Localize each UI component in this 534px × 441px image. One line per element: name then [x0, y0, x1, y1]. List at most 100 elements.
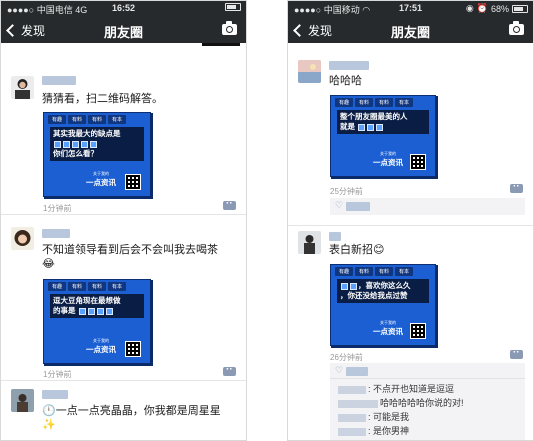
comment-text: 哈哈哈哈哈你说的对! [380, 398, 464, 408]
laugh-emoji-icon: 😂 [42, 258, 55, 270]
commenter-name-blurred [338, 399, 378, 408]
card-tab: 有料 [88, 115, 107, 124]
comment-text: 是你男神 [373, 426, 410, 436]
post-text: 猜猜看，扫二维码解答。 [42, 93, 163, 105]
nickname-blurred[interactable] [329, 232, 341, 241]
avatar[interactable] [298, 60, 321, 83]
commenter-name-blurred [338, 385, 366, 394]
card-brand-name: 一点资讯 [86, 345, 116, 354]
blush-emoji-icon: 😊 [373, 244, 385, 256]
card-tab: 有料 [355, 267, 374, 276]
post-text: 表白新招 [329, 244, 373, 256]
comment-text: 不点开也知道是逗逗 [373, 384, 455, 394]
card-tab: 有趣 [335, 98, 354, 107]
share-card[interactable]: 有趣 有料 有料 有本 整个朋友圈最美的人 就是 关于我的 一点资讯 [330, 95, 438, 179]
more-comment-icon[interactable] [223, 364, 236, 376]
card-question-line2: 就是 [340, 122, 355, 131]
card-question: 整个朋友圈最美的人 就是 [337, 110, 429, 134]
comment-item[interactable]: : 不点开也知道是逗逗 [338, 382, 519, 395]
nickname-blurred[interactable] [42, 229, 70, 238]
nickname-blurred[interactable] [42, 76, 76, 85]
back-button[interactable]: 发现 [6, 22, 45, 39]
location-icon: ◉ [465, 3, 474, 13]
comment-item[interactable]: : 是你男神 [338, 424, 519, 437]
nickname-blurred[interactable] [42, 390, 68, 399]
card-question: ，喜欢你这么久 ，你还没给我点过赞 [337, 279, 429, 303]
phone-screenshot-right: ●●●●○ 中国移动 ◠ 17:51 ◉ ⏰ 68% 发现 朋友圈 哈哈哈 有趣… [287, 0, 534, 441]
card-brand: 关于我的 一点资讯 [86, 171, 116, 188]
card-brand-name: 一点资讯 [86, 178, 116, 187]
avatar[interactable] [11, 389, 34, 412]
moments-feed: 猜猜看，扫二维码解答。 有趣 有料 有料 有本 其实我最大的缺点是 你们怎么看？… [1, 43, 246, 440]
card-tab: 有料 [68, 282, 87, 291]
more-comment-icon[interactable] [223, 198, 236, 210]
back-button[interactable]: 发现 [293, 22, 333, 39]
status-bar: ●●●●○ 中国移动 ◠ 17:51 ◉ ⏰ 68% [288, 1, 533, 17]
sparkle-emoji-icon: ✨ [42, 419, 56, 431]
liker-name-blurred[interactable] [346, 367, 368, 376]
card-brand-small: 关于我的 [93, 171, 109, 176]
card-question-line1: ，喜欢你这么久 [358, 281, 411, 290]
post-text-wrap: 🕛一点一点亮晶晶，你我都是周星星 ✨ [42, 404, 242, 432]
comments-box: ♡ : 不点开也知道是逗逗 哈哈哈哈哈你说的对! : 可能是我 : 是你男神 [330, 363, 525, 440]
avatar[interactable] [11, 76, 34, 99]
card-tab: 有趣 [48, 282, 67, 291]
more-comment-icon[interactable] [510, 347, 523, 359]
status-bar: ●●●●○ 中国电信 4G 16:52 [1, 1, 246, 17]
post-text: 一点一点亮晶晶，你我都是周星星 [55, 405, 221, 417]
moment-post: 猜猜看，扫二维码解答。 有趣 有料 有料 有本 其实我最大的缺点是 你们怎么看？… [1, 69, 246, 215]
moments-feed: 哈哈哈 有趣 有料 有料 有本 整个朋友圈最美的人 就是 关于我的 一点资讯 2… [288, 43, 533, 440]
card-question: 其实我最大的缺点是 你们怎么看？ [50, 127, 144, 161]
post-time: 25分钟前 [330, 187, 363, 196]
heart-icon: ♡ [335, 200, 344, 210]
clock-emoji-icon: 🕛 [42, 405, 56, 417]
post-text: 哈哈哈 [329, 75, 362, 87]
chevron-left-icon [6, 24, 19, 37]
battery-percent: 68% [490, 3, 509, 14]
divider [330, 378, 525, 379]
post-time: 1分钟前 [43, 370, 72, 379]
card-question: 逗大豆角现在最想做 的事是 [50, 294, 144, 318]
card-brand-small: 关于我的 [93, 338, 109, 343]
card-tab: 有料 [375, 267, 394, 276]
card-tab: 有趣 [48, 115, 67, 124]
share-card[interactable]: 有趣 有料 有料 有本 ，喜欢你这么久 ，你还没给我点过赞 关于我的 一点资讯 [330, 264, 438, 348]
liker-name-blurred[interactable] [346, 202, 370, 211]
card-tab: 有料 [355, 98, 374, 107]
more-comment-icon[interactable] [510, 181, 523, 193]
battery-icon [512, 4, 528, 13]
card-tab: 有趣 [335, 267, 354, 276]
qr-code-icon [410, 323, 426, 339]
comment-item[interactable]: : 可能是我 [338, 410, 519, 423]
avatar[interactable] [11, 227, 34, 250]
card-tab: 有本 [108, 115, 127, 124]
battery-icon [225, 3, 241, 11]
card-question-line2: 的事是 [53, 306, 76, 315]
card-tabs: 有趣 有料 有料 有本 [48, 282, 127, 291]
card-tabs: 有趣 有料 有料 有本 [335, 267, 414, 276]
card-tabs: 有趣 有料 有料 有本 [48, 115, 127, 124]
card-tabs: 有趣 有料 有料 有本 [335, 98, 414, 107]
nav-bar: 发现 朋友圈 [1, 17, 246, 43]
card-brand: 关于我的 一点资讯 [373, 320, 403, 337]
likes-bar: ♡ [330, 198, 525, 215]
comment-item[interactable]: 哈哈哈哈哈你说的对! [338, 396, 519, 409]
qr-code-icon [410, 154, 426, 170]
post-text-wrap: 不知道领导看到后会不会叫我去喝茶 😂 [42, 243, 232, 271]
card-question-line1: 整个朋友圈最美的人 [340, 112, 408, 121]
back-label: 发现 [308, 24, 333, 38]
avatar[interactable] [298, 231, 321, 254]
card-question-line2: 你们怎么看？ [53, 149, 98, 158]
moment-post: 哈哈哈 有趣 有料 有料 有本 整个朋友圈最美的人 就是 关于我的 一点资讯 2… [288, 57, 533, 226]
card-tab: 有料 [88, 282, 107, 291]
post-time: 1分钟前 [43, 204, 72, 213]
nickname-blurred[interactable] [329, 61, 369, 70]
card-tab: 有本 [108, 282, 127, 291]
share-card[interactable]: 有趣 有料 有料 有本 其实我最大的缺点是 你们怎么看？ 关于我的 一点资讯 [43, 112, 153, 199]
alarm-icon: ⏰ [476, 3, 488, 13]
share-card[interactable]: 有趣 有料 有料 有本 逗大豆角现在最想做 的事是 关于我的 一点资讯 [43, 279, 153, 366]
camera-icon[interactable] [222, 21, 237, 35]
camera-icon[interactable] [509, 21, 524, 35]
post-text: 不知道领导看到后会不会叫我去喝茶 [42, 244, 218, 256]
card-tab: 有料 [68, 115, 87, 124]
